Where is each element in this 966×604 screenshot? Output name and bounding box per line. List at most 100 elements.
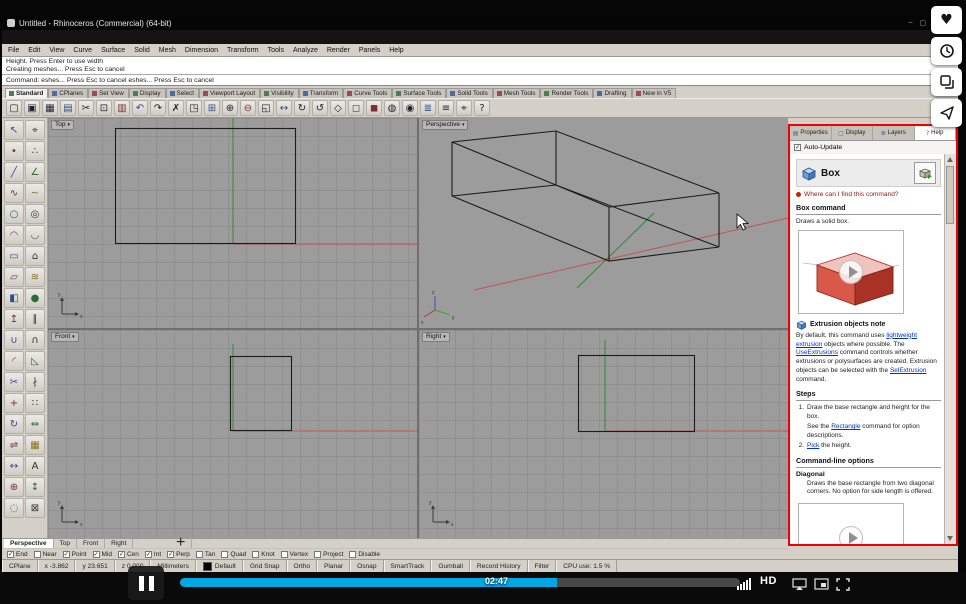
viewport-front[interactable]: y x Front ▾ <box>48 330 417 538</box>
menu-item[interactable]: Dimension <box>185 47 218 54</box>
checkbox[interactable]: ✓ <box>117 550 125 558</box>
viewport-tab[interactable]: Top <box>54 539 77 548</box>
share-button[interactable] <box>931 99 962 127</box>
viewport-title-perspective[interactable]: Perspective ▾ <box>422 120 469 130</box>
collections-button[interactable] <box>931 68 962 96</box>
toolbar-tab[interactable]: Visibility <box>260 88 299 98</box>
viewport-title-top[interactable]: Top ▾ <box>51 120 74 130</box>
menu-item[interactable]: Edit <box>28 47 40 54</box>
checkbox[interactable]: ✓ <box>92 550 100 558</box>
print-icon[interactable]: ▤ <box>60 100 76 116</box>
line-tool-icon[interactable]: ╱ <box>4 162 24 182</box>
toolbar-tab[interactable]: Set View <box>88 88 129 98</box>
box-geometry[interactable] <box>451 130 720 262</box>
split-tool-icon[interactable]: ∤ <box>25 372 45 392</box>
osnap-checkbox-item[interactable]: Knot <box>252 550 275 558</box>
status-cell[interactable]: y 23.651 <box>75 560 115 572</box>
menu-item[interactable]: Analyze <box>293 47 318 54</box>
wireframe-display-icon[interactable]: ◻ <box>348 100 364 116</box>
play-button-icon[interactable] <box>839 526 863 544</box>
box-tool-icon[interactable]: ◧ <box>4 288 24 308</box>
maximize-button[interactable]: ▢ <box>920 19 927 27</box>
viewport-title-front[interactable]: Front ▾ <box>51 332 79 342</box>
pan-view-tool-icon[interactable]: ↕ <box>25 477 45 497</box>
zoom-out-icon[interactable]: ⊖ <box>240 100 256 116</box>
pointer-tool-icon[interactable]: ↖ <box>4 120 24 140</box>
video-thumbnail-partial[interactable] <box>798 503 904 544</box>
plane-tool-icon[interactable]: ▱ <box>4 267 24 287</box>
checkbox[interactable] <box>195 550 203 558</box>
osnap-checkbox-item[interactable]: Vertex <box>280 550 308 558</box>
toolbar-tab[interactable]: Transform <box>298 88 344 98</box>
osnap-checkbox-item[interactable]: Tan <box>195 550 215 558</box>
osnap-checkbox-item[interactable]: ✓ Int <box>144 550 161 558</box>
fullscreen-icon[interactable] <box>836 578 850 591</box>
move-tool-icon[interactable]: + <box>4 393 24 413</box>
menu-item[interactable]: Curve <box>73 47 92 54</box>
delete-icon[interactable]: ✗ <box>168 100 184 116</box>
chamfer-tool-icon[interactable]: ◺ <box>25 351 45 371</box>
array-tool-icon[interactable]: ▦ <box>25 435 45 455</box>
scroll-down-icon[interactable] <box>947 536 953 541</box>
boolean-intersect-tool-icon[interactable]: ∩ <box>25 330 45 350</box>
trim-tool-icon[interactable]: ✂ <box>4 372 24 392</box>
osnap-checkbox-item[interactable]: ✓ End <box>7 550 28 558</box>
paste-icon[interactable]: ▥ <box>114 100 130 116</box>
viewport-title-right[interactable]: Right ▾ <box>422 332 450 342</box>
pipe-tool-icon[interactable]: ∥ <box>25 309 45 329</box>
status-toggle[interactable]: SmartTrack <box>383 560 432 572</box>
handle-curve-tool-icon[interactable]: ~ <box>25 183 45 203</box>
lock-tool-icon[interactable]: ⊠ <box>25 498 45 518</box>
fillet-tool-icon[interactable]: ◜ <box>4 351 24 371</box>
osnap-checkbox-item[interactable]: Project <box>314 550 343 558</box>
redo-icon[interactable]: ↷ <box>150 100 166 116</box>
menu-item[interactable]: Solid <box>134 47 150 54</box>
status-toggle[interactable]: Filter <box>527 560 557 572</box>
new-viewport-tab-button[interactable]: + <box>170 534 193 551</box>
scroll-up-icon[interactable] <box>947 157 953 162</box>
checkbox[interactable] <box>221 550 229 558</box>
viewport-top[interactable]: y x Top ▾ <box>48 118 417 328</box>
zoom-extents-icon[interactable]: ⊞ <box>204 100 220 116</box>
box-geometry[interactable] <box>229 355 293 432</box>
copy-icon[interactable]: ⊡ <box>96 100 112 116</box>
status-toggle[interactable]: Grid Snap <box>242 560 287 572</box>
arc-3pt-tool-icon[interactable]: ◡ <box>25 225 45 245</box>
menu-item[interactable]: Transform <box>227 47 259 54</box>
menu-item[interactable]: File <box>8 47 19 54</box>
menu-item[interactable]: Help <box>389 47 403 54</box>
viewport-perspective[interactable]: z x y Perspective ▾ <box>419 118 788 328</box>
status-toggle[interactable]: Ortho <box>286 560 318 572</box>
status-cell[interactable]: CPlane <box>2 560 38 572</box>
toolbar-tab[interactable]: Display <box>128 88 166 98</box>
menu-item[interactable]: Mesh <box>159 47 176 54</box>
checkbox[interactable] <box>349 550 357 558</box>
rotate-tool-icon[interactable]: ↻ <box>4 414 24 434</box>
rectangle-tool-icon[interactable]: ▭ <box>4 246 24 266</box>
panel-scrollbar[interactable] <box>944 154 956 544</box>
play-button-icon[interactable] <box>839 259 863 284</box>
like-button[interactable]: ♥ <box>931 6 962 34</box>
toolbar-tab[interactable]: Solid Tools <box>446 88 493 98</box>
rotate-view-icon[interactable]: ↻ <box>294 100 310 116</box>
panel-tab[interactable]: ≣ Layers <box>873 126 915 140</box>
named-views-icon[interactable]: ◇ <box>330 100 346 116</box>
zoom-window-icon[interactable]: ◱ <box>258 100 274 116</box>
point-tool-icon[interactable]: • <box>4 141 24 161</box>
loft-tool-icon[interactable]: ≋ <box>25 267 45 287</box>
cut-icon[interactable]: ✂ <box>78 100 94 116</box>
panel-tab[interactable]: ▢ Display <box>831 126 873 140</box>
arc-tool-icon[interactable]: ◠ <box>4 225 24 245</box>
zoom-tool-icon[interactable]: ⊕ <box>4 477 24 497</box>
step-text-segment[interactable]: Rectangle <box>831 423 860 430</box>
status-toggle[interactable]: Gumball <box>431 560 470 572</box>
osnap-checkbox-item[interactable]: ✓ Point <box>62 550 87 558</box>
layers-icon[interactable]: ≣ <box>420 100 436 116</box>
pan-icon[interactable]: ↔ <box>276 100 292 116</box>
viewport-right[interactable]: y x Right ▾ <box>419 330 788 538</box>
status-cell[interactable]: x -3.862 <box>37 560 76 572</box>
osnap-checkbox-item[interactable]: Disable <box>349 550 380 558</box>
menu-item[interactable]: View <box>49 47 64 54</box>
box-toolbar-button[interactable] <box>914 162 936 184</box>
note-text-segment[interactable]: SelExtrusion <box>890 367 927 374</box>
